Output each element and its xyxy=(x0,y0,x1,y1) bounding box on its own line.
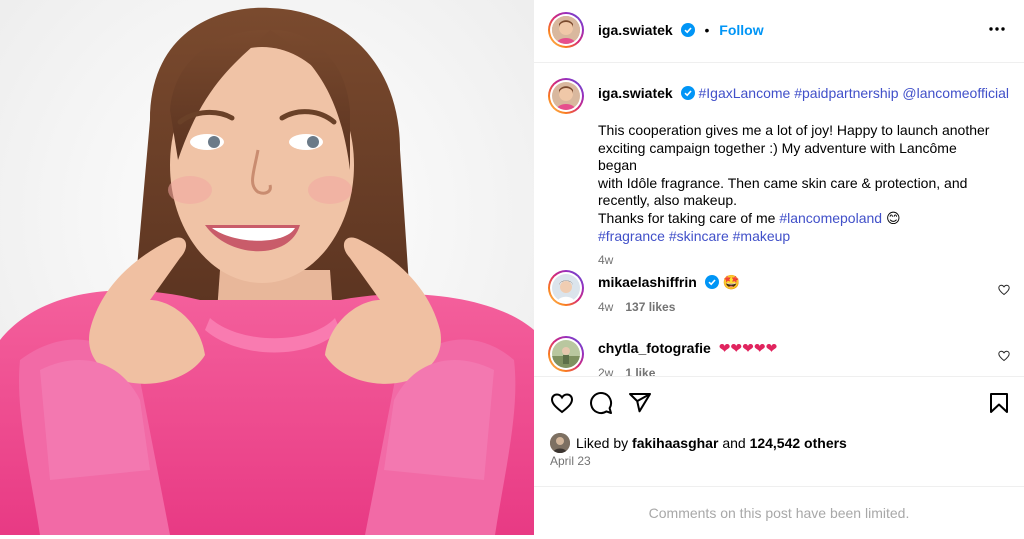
post-header: iga.swiatek • Follow xyxy=(534,0,1024,63)
likes-summary: Liked by fakihaasghar and 124,542 others xyxy=(550,433,847,453)
comment-time: 2w xyxy=(598,366,614,376)
more-options-icon[interactable] xyxy=(988,20,1006,38)
comment-text: 🤩 xyxy=(722,275,741,291)
post-date[interactable]: April 23 xyxy=(550,454,591,468)
commenter-avatar[interactable] xyxy=(548,336,584,372)
comment-time: 4w xyxy=(598,300,614,314)
liker-avatar[interactable] xyxy=(550,433,570,453)
comment-line: mikaelashiffrin 🤩 xyxy=(598,274,740,291)
post-actions: Liked by fakihaasghar and 124,542 others… xyxy=(534,376,1024,487)
caption-line: recently, also makeup. xyxy=(598,192,738,208)
commenter-username[interactable]: chytla_fotografie xyxy=(598,340,711,356)
hashtag-link[interactable]: #lancomepoland xyxy=(779,210,882,226)
comment-meta: 4w 137 likes xyxy=(598,300,675,314)
comment-line: chytla_fotografie ❤❤❤❤❤ xyxy=(598,340,777,357)
caption-line: exciting campaign together :) My adventu… xyxy=(598,139,957,174)
caption-line: This cooperation gives me a lot of joy! … xyxy=(598,122,990,138)
smile-emoji: 😊 xyxy=(885,210,901,227)
caption-text: This cooperation gives me a lot of joy! … xyxy=(598,122,998,269)
verified-badge-icon xyxy=(680,86,695,100)
comments-limited-notice: Comments on this post have been limited. xyxy=(534,486,1024,536)
caption-and-comments: iga.swiatek #IgaxLancome #paidpartnershi… xyxy=(534,62,1024,376)
share-icon[interactable] xyxy=(628,391,652,415)
comment-likes[interactable]: 137 likes xyxy=(625,300,675,314)
author-avatar[interactable] xyxy=(548,12,584,48)
liked-by-prefix: Liked by xyxy=(576,435,629,451)
commenter-username[interactable]: mikaelashiffrin xyxy=(598,274,697,290)
comment-icon[interactable] xyxy=(589,391,613,415)
caption-tags[interactable]: #IgaxLancome #paidpartnership @lancomeof… xyxy=(698,85,1008,101)
comment-meta: 2w 1 like xyxy=(598,366,655,376)
thanks-text: Thanks for taking care of me xyxy=(598,209,780,226)
comment-like-heart-icon[interactable] xyxy=(998,350,1010,362)
liker-username[interactable]: fakihaasghar xyxy=(632,435,718,451)
heart-icon[interactable] xyxy=(550,391,574,415)
separator-dot: • xyxy=(704,22,710,38)
bookmark-icon[interactable] xyxy=(987,391,1011,415)
follow-button[interactable]: Follow xyxy=(719,22,763,38)
instagram-post-view: iga.swiatek • Follow iga.swiatek #IgaxLa… xyxy=(0,0,1024,535)
post-photo-illustration xyxy=(0,0,534,535)
comment-like-heart-icon[interactable] xyxy=(998,284,1010,296)
caption-author-avatar[interactable] xyxy=(548,78,584,114)
comment-text: ❤❤❤❤❤ xyxy=(718,341,778,357)
comment-item: mikaelashiffrin 🤩 4w 137 likes xyxy=(534,266,1024,326)
commenter-avatar[interactable] xyxy=(548,270,584,306)
caption-head: iga.swiatek #IgaxLancome #paidpartnershi… xyxy=(598,84,1009,102)
author-username[interactable]: iga.swiatek xyxy=(598,22,673,38)
verified-badge-icon xyxy=(680,23,695,37)
comment-item: chytla_fotografie ❤❤❤❤❤ 2w 1 like xyxy=(534,332,1024,376)
caption-hashtags[interactable]: #fragrance #skincare #makeup xyxy=(598,228,998,246)
verified-badge-icon xyxy=(704,275,719,289)
comment-likes[interactable]: 1 like xyxy=(625,366,655,376)
header-author-line: iga.swiatek • Follow xyxy=(598,22,764,38)
caption-line: with Idôle fragrance. Then came skin car… xyxy=(598,174,968,191)
caption-thanks-line: Thanks for taking care of me #lancomepol… xyxy=(598,210,998,229)
post-photo[interactable] xyxy=(0,0,534,535)
caption-author-username[interactable]: iga.swiatek xyxy=(598,85,673,101)
liked-by-and: and xyxy=(722,435,746,451)
post-side-panel: iga.swiatek • Follow iga.swiatek #IgaxLa… xyxy=(534,0,1024,535)
likes-count[interactable]: 124,542 others xyxy=(750,435,847,451)
